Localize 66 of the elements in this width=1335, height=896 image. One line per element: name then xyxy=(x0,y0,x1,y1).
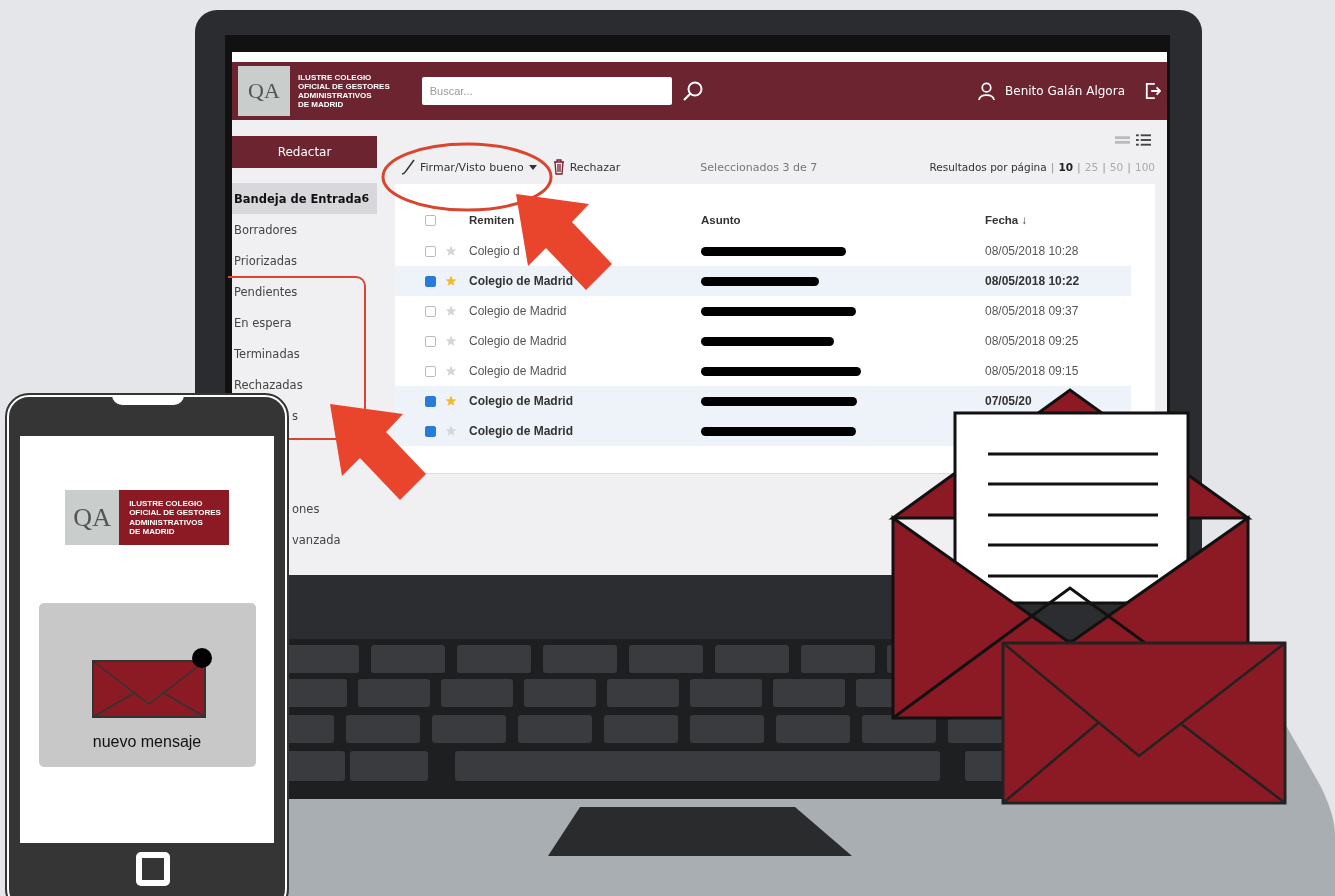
divider-text: | xyxy=(1077,160,1081,174)
search-field[interactable]: Buscar... xyxy=(421,77,672,105)
star-icon[interactable] xyxy=(445,305,457,317)
sender-cell-text: Colegio de Madrid xyxy=(469,394,574,408)
sidebar-item[interactable]: En espera xyxy=(232,307,377,338)
reject-button[interactable]: Rechazar xyxy=(546,159,627,175)
sidebar-item[interactable]: ones xyxy=(292,493,330,524)
date-cell-text: 08/05/2018 09:37 xyxy=(985,304,1080,318)
column-header[interactable]: Remiten xyxy=(469,214,701,226)
sidebar-item[interactable]: Pendientes xyxy=(232,276,377,307)
row-checkbox[interactable] xyxy=(425,335,436,347)
per-page-option[interactable]: 10 xyxy=(1058,161,1074,173)
date-cell-text: 08/05/2018 10:22 xyxy=(985,274,1081,288)
date-cell-text: 08/05/2018 09:15 xyxy=(985,364,1080,378)
user-name[interactable]: Benito Galán Algora xyxy=(1005,84,1125,98)
compact-view-icon[interactable] xyxy=(1115,134,1130,146)
sender-cell-text: Colegio de Madrid xyxy=(469,304,568,318)
selection-count: Seleccionados 3 de 7 xyxy=(700,160,818,174)
sender-cell-text: Colegio de Madrid xyxy=(469,334,568,348)
sender-cell-text: Colegio de Madrid xyxy=(469,274,574,288)
sidebar-item[interactable]: Terminadas xyxy=(232,338,377,369)
sidebar-item[interactable]: s xyxy=(292,400,308,431)
compose-button[interactable]: Redactar xyxy=(232,136,377,168)
column-header[interactable]: Asunto xyxy=(701,214,985,226)
sidebar-item[interactable]: Priorizadas xyxy=(232,245,377,276)
star-icon[interactable] xyxy=(445,335,457,347)
date-cell-text: 07/05/20 xyxy=(985,394,1033,408)
divider-text: | xyxy=(1127,160,1131,174)
logout-icon[interactable] xyxy=(1145,82,1161,100)
list-view-icon[interactable] xyxy=(1136,134,1151,146)
row-checkbox[interactable] xyxy=(425,365,436,377)
sender-cell-text: Colegio de Madrid xyxy=(469,364,568,378)
pen-icon xyxy=(401,159,415,175)
star-icon[interactable] xyxy=(445,275,457,287)
row-checkbox[interactable] xyxy=(425,275,436,287)
sidebar-item[interactable]: vanzada xyxy=(292,524,351,555)
row-checkbox[interactable] xyxy=(425,245,436,257)
sidebar-item[interactable]: Bandeja de Entrada6 xyxy=(232,183,377,214)
per-page-label: Resultados por página xyxy=(929,161,1047,173)
date-cell-text: 08/05/2018 10:28 xyxy=(985,244,1080,258)
star-icon[interactable] xyxy=(445,395,457,407)
sender-cell-text: Colegio de Madrid xyxy=(469,424,574,438)
column-header[interactable]: Fecha ↓ xyxy=(985,214,1131,226)
logo: QA ILUSTRE COLEGIO OFICIAL DE GESTORES ADMINISTRATIVOS DE MADRID xyxy=(238,66,402,116)
star-icon[interactable] xyxy=(445,245,457,257)
select-all-checkbox[interactable] xyxy=(425,214,436,226)
home-button[interactable] xyxy=(136,852,170,886)
star-icon[interactable] xyxy=(445,425,457,437)
sidebar-item[interactable]: Borradores xyxy=(232,214,377,245)
row-checkbox[interactable] xyxy=(425,395,436,407)
divider-text: | xyxy=(1102,160,1106,174)
row-checkbox[interactable] xyxy=(425,305,436,317)
row-checkbox[interactable] xyxy=(425,425,436,437)
notification-text: nuevo mensaje xyxy=(92,733,202,751)
caret-icon xyxy=(528,164,537,170)
user-icon xyxy=(978,81,996,101)
logo: QA ILUSTRE COLEGIO OFICIAL DE GESTORES ADMINISTRATIVOS DE MADRID xyxy=(65,490,229,545)
date-cell-text: 08/05/2018 09:25 xyxy=(985,334,1080,348)
search-icon[interactable] xyxy=(681,80,704,102)
notification-card[interactable]: nuevo mensaje xyxy=(38,603,256,767)
divider-text: | xyxy=(1050,160,1055,174)
trash-icon xyxy=(552,159,565,175)
sender-cell-text: Colegio d xyxy=(469,244,521,258)
sidebar-item[interactable]: Rechazadas xyxy=(232,369,377,400)
star-icon[interactable] xyxy=(445,365,457,377)
sign-button[interactable]: Firmar/Visto bueno xyxy=(395,159,543,175)
